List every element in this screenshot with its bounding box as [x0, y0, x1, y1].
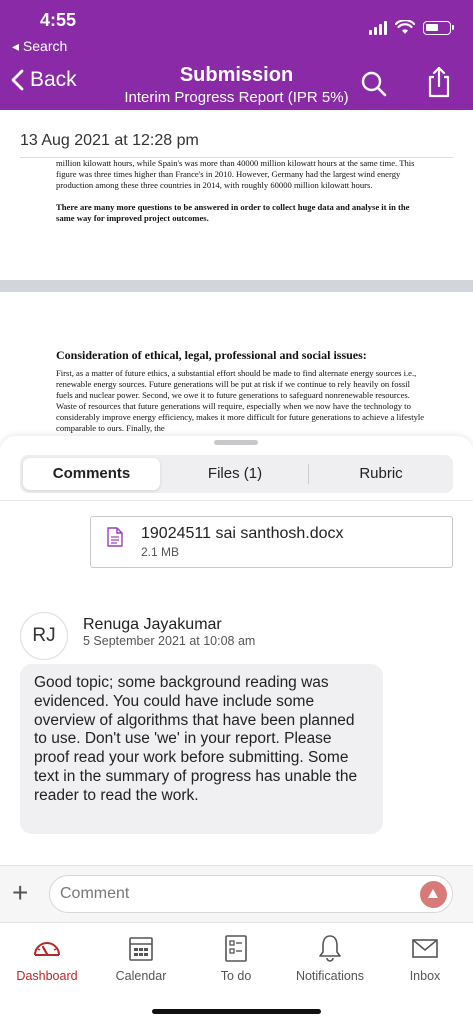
segmented-tabs: Comments Files (1) Rubric — [20, 455, 453, 493]
document-paragraph: million kilowatt hours, while Spain's wa… — [56, 158, 415, 190]
document-paragraph: First, as a matter of future ethics, a s… — [56, 368, 425, 433]
page-title: Submission — [179, 64, 294, 86]
document-heading: Consideration of ethical, legal, profess… — [56, 348, 367, 362]
document-preview[interactable]: 13 Aug 2021 at 12:28 pm million kilowatt… — [0, 110, 473, 440]
app-header: 4:55 ◂ Search Back Submission Interim Pr… — [0, 0, 473, 110]
home-indicator — [152, 1009, 321, 1014]
nav-label: Calendar — [115, 969, 167, 983]
nav-label: Inbox — [409, 969, 441, 983]
attachment-card[interactable]: 19024511 sai santhosh.docx 2.1 MB — [90, 516, 453, 568]
document-icon — [107, 527, 123, 547]
document-paragraph-bold: There are many more questions to be answ… — [56, 202, 410, 223]
bottom-nav: Dashboard Calendar To do Notifications I… — [0, 922, 473, 1024]
nav-label: Dashboard — [16, 969, 78, 983]
nav-label: To do — [220, 969, 252, 983]
tab-rubric[interactable]: Rubric — [312, 458, 450, 490]
todo-icon — [225, 935, 247, 962]
attachment-size: 2.1 MB — [141, 545, 180, 559]
comment-bubble: Good topic; some background reading was … — [20, 664, 383, 834]
status-icons — [369, 20, 454, 35]
comment-author: Renuga Jayakumar — [83, 616, 222, 633]
bottom-sheet: Comments Files (1) Rubric 19024511 sai s… — [0, 436, 473, 1024]
nav-todo[interactable]: To do — [189, 933, 283, 983]
wifi-icon — [395, 20, 415, 34]
nav-calendar[interactable]: Calendar — [94, 933, 188, 983]
plus-icon[interactable]: + — [12, 879, 28, 907]
page-break — [0, 280, 473, 292]
tab-divider — [308, 464, 309, 484]
comment-composer: + — [0, 866, 473, 922]
nav-inbox[interactable]: Inbox — [378, 933, 472, 983]
attachment-name: 19024511 sai santhosh.docx — [141, 525, 344, 542]
search-icon[interactable] — [360, 70, 388, 98]
nav-notifications[interactable]: Notifications — [283, 933, 377, 983]
page-subtitle: Interim Progress Report (IPR 5%) — [124, 89, 349, 106]
comment-timestamp: 5 September 2021 at 10:08 am — [83, 634, 256, 648]
back-to-search-link[interactable]: ◂ Search — [12, 38, 67, 55]
nav-label: Notifications — [295, 969, 365, 983]
bell-icon — [319, 935, 341, 962]
inbox-icon — [412, 939, 438, 958]
battery-icon — [423, 20, 454, 35]
calendar-icon — [129, 937, 153, 961]
send-icon[interactable] — [420, 881, 447, 908]
submission-date: 13 Aug 2021 at 12:28 pm — [20, 132, 199, 149]
signal-icon — [369, 20, 387, 35]
comment-input[interactable] — [49, 875, 453, 913]
share-icon[interactable] — [426, 66, 452, 98]
header-title-block: Submission Interim Progress Report (IPR … — [0, 64, 473, 106]
divider — [0, 500, 473, 501]
tab-comments[interactable]: Comments — [23, 458, 160, 490]
dashboard-icon — [34, 942, 60, 956]
avatar: RJ — [20, 612, 68, 660]
tab-files[interactable]: Files (1) — [165, 458, 305, 490]
sheet-grabber[interactable] — [214, 440, 258, 445]
nav-dashboard[interactable]: Dashboard — [0, 933, 94, 983]
status-time: 4:55 — [40, 10, 77, 30]
